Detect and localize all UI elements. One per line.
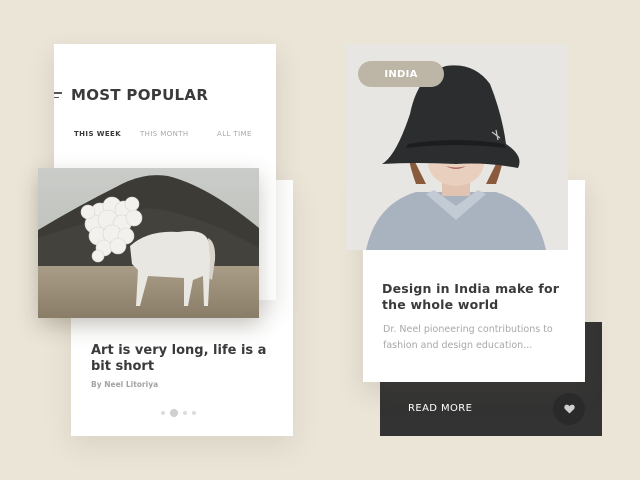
menu-icon[interactable] <box>54 92 62 101</box>
tab-all-time[interactable]: ALL TIME <box>217 130 252 138</box>
read-more-button[interactable]: READ MORE <box>408 403 472 414</box>
pagination-dot[interactable] <box>161 411 165 415</box>
heart-icon <box>563 404 575 414</box>
article-description: Dr. Neel pioneering contributions to fas… <box>383 324 553 351</box>
article-title[interactable]: Design in India make for the whole world <box>382 281 572 313</box>
article-title[interactable]: Art is very long, life is a bit short <box>91 343 281 375</box>
tab-this-week[interactable]: THIS WEEK <box>74 130 121 138</box>
like-button[interactable] <box>553 393 585 425</box>
horse-balloons-photo[interactable] <box>38 168 259 318</box>
pagination-dot[interactable] <box>183 411 187 415</box>
pagination-dot[interactable] <box>192 411 196 415</box>
tab-this-month[interactable]: THIS MONTH <box>140 130 189 138</box>
section-title: MOST POPULAR <box>71 86 209 104</box>
pagination-dots <box>161 409 196 417</box>
article-author: By Neel Litoriya <box>91 380 159 389</box>
horse-image <box>38 168 259 318</box>
pagination-dot-active[interactable] <box>170 409 178 417</box>
category-badge[interactable]: INDIA <box>358 61 444 87</box>
